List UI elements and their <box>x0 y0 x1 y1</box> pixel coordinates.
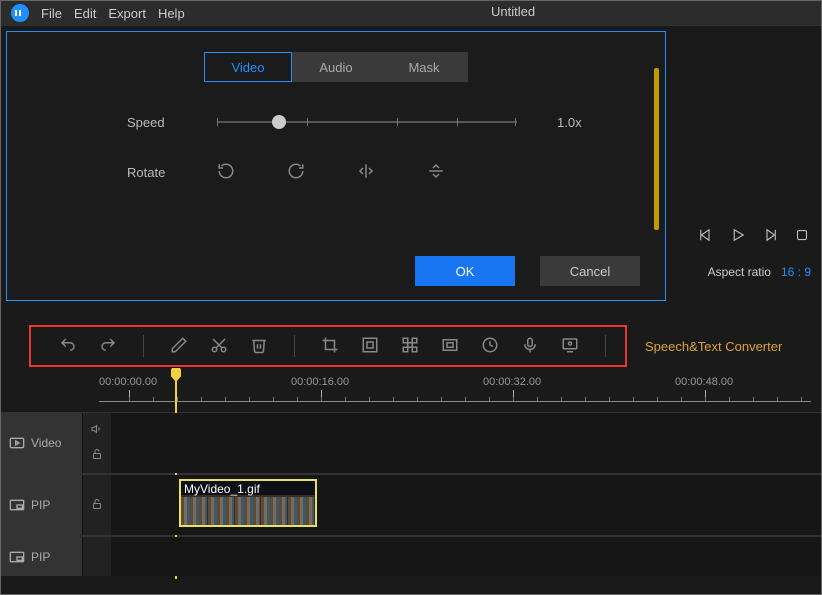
toolbar-separator <box>605 335 606 357</box>
toolbar-separator <box>294 335 295 357</box>
media-clip[interactable]: MyVideo_1.gif <box>179 479 317 527</box>
rotate-ccw-icon[interactable] <box>217 162 237 182</box>
editing-toolbar <box>29 325 627 367</box>
pip-track-head: PIP <box>1 475 83 535</box>
lock-icon[interactable] <box>91 448 103 463</box>
next-frame-icon[interactable] <box>761 226 779 247</box>
redo-icon[interactable] <box>99 336 117 357</box>
rotate-cw-icon[interactable] <box>287 162 307 182</box>
speed-value: 1.0x <box>557 115 582 130</box>
voiceover-icon[interactable] <box>521 336 539 357</box>
duration-icon[interactable] <box>481 336 499 357</box>
pen-icon[interactable] <box>170 336 188 357</box>
video-track-head: Video <box>1 413 83 473</box>
timecode: 00:00:00.00 <box>99 376 157 388</box>
crop-icon[interactable] <box>321 336 339 357</box>
speech-text-converter-link[interactable]: Speech&Text Converter <box>645 339 782 354</box>
aspect-label: Aspect ratio <box>708 265 771 279</box>
delete-icon[interactable] <box>250 336 268 357</box>
play-icon[interactable] <box>729 226 747 247</box>
ok-button[interactable]: OK <box>415 256 515 286</box>
time-ruler[interactable]: 00:00:00.00 00:00:16.00 00:00:32.00 00:0… <box>99 376 821 406</box>
mosaic-icon[interactable] <box>401 336 419 357</box>
stop-icon[interactable] <box>793 226 811 247</box>
timecode: 00:00:32.00 <box>483 376 541 388</box>
speed-slider[interactable] <box>217 112 517 132</box>
resize-icon[interactable] <box>361 336 379 357</box>
rotate-label: Rotate <box>127 165 187 180</box>
undo-icon[interactable] <box>59 336 77 357</box>
cancel-button[interactable]: Cancel <box>540 256 640 286</box>
flip-horizontal-icon[interactable] <box>357 162 377 182</box>
timecode: 00:00:16.00 <box>291 376 349 388</box>
prev-frame-icon[interactable] <box>697 226 715 247</box>
speed-label: Speed <box>127 115 187 130</box>
cut-icon[interactable] <box>210 336 228 357</box>
menu-help[interactable]: Help <box>158 6 185 21</box>
aspect-value[interactable]: 16 : 9 <box>781 265 811 279</box>
tab-audio[interactable]: Audio <box>292 52 380 82</box>
pip-track-head: PIP <box>1 537 83 576</box>
record-screen-icon[interactable] <box>561 336 579 357</box>
project-title: Untitled <box>491 4 535 19</box>
tab-video[interactable]: Video <box>204 52 292 82</box>
clip-name: MyVideo_1.gif <box>181 481 315 497</box>
lock-icon[interactable] <box>91 498 103 513</box>
pip-track-body-2[interactable] <box>111 537 821 576</box>
props-scrollbar[interactable] <box>654 68 659 230</box>
tab-mask[interactable]: Mask <box>380 52 468 82</box>
menu-edit[interactable]: Edit <box>74 6 96 21</box>
menu-export[interactable]: Export <box>108 6 146 21</box>
pip-track-body[interactable]: MyVideo_1.gif <box>111 475 821 535</box>
menu-file[interactable]: File <box>41 6 62 21</box>
timecode: 00:00:48.00 <box>675 376 733 388</box>
video-track-body[interactable] <box>111 413 821 473</box>
app-logo <box>11 4 29 22</box>
toolbar-separator <box>143 335 144 357</box>
mute-icon[interactable] <box>91 423 103 438</box>
flip-vertical-icon[interactable] <box>427 162 447 182</box>
frame-icon[interactable] <box>441 336 459 357</box>
